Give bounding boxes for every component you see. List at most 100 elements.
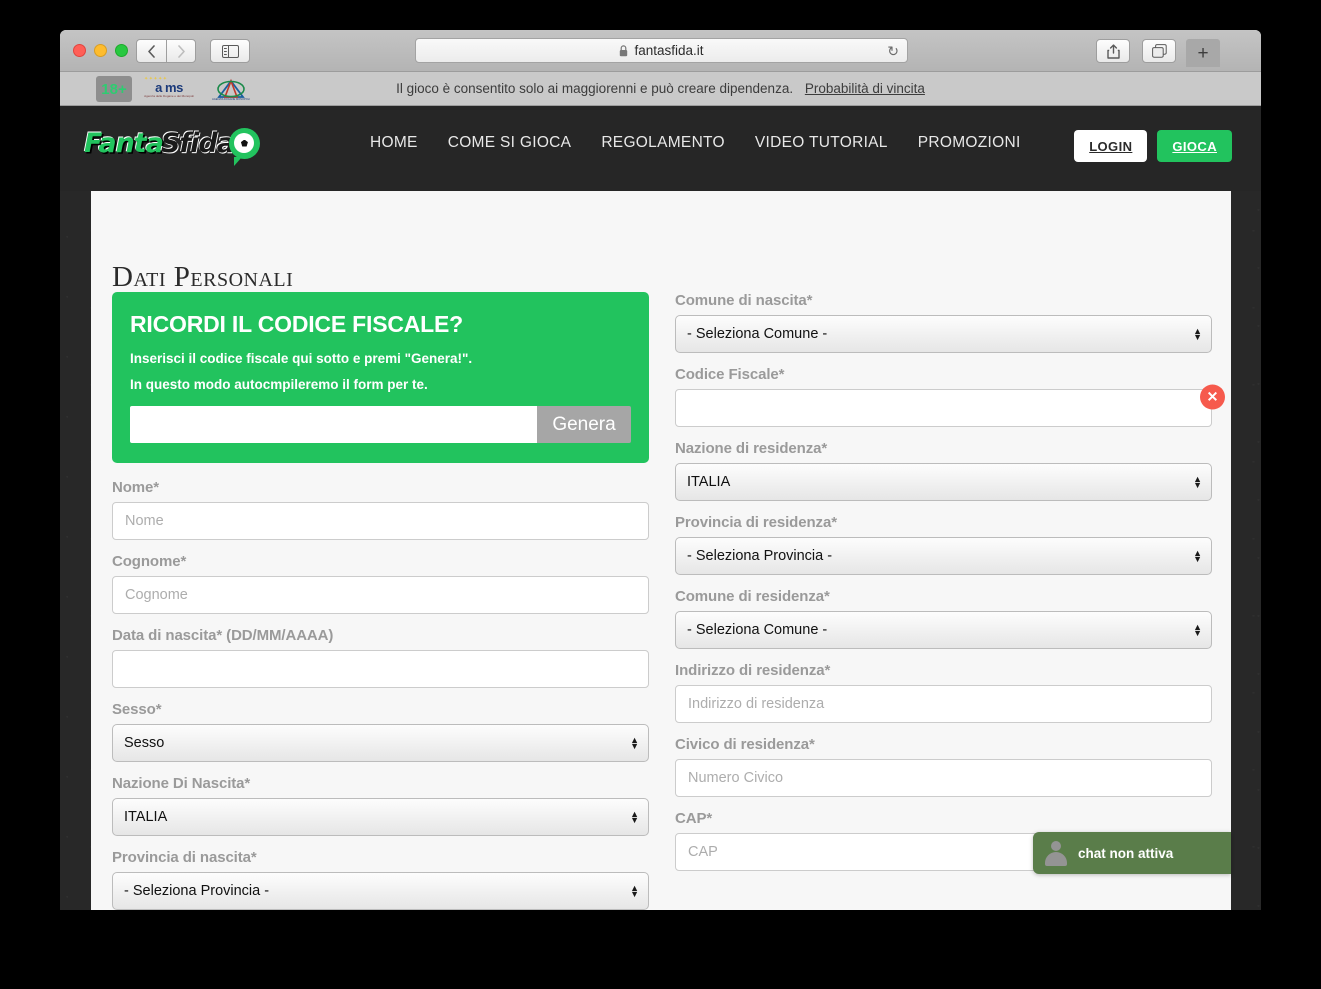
error-icon: ✕ — [1200, 384, 1225, 409]
input-data-di-nascita[interactable] — [112, 650, 649, 688]
field-indirizzo-di-residenza: Indirizzo di residenza* — [675, 662, 1212, 723]
input-indirizzo-di-residenza[interactable] — [675, 685, 1212, 723]
select-arrows-icon: ▲ ▼ — [1193, 622, 1202, 638]
minimize-window-button[interactable] — [94, 44, 107, 57]
input-civico-di-residenza[interactable] — [675, 759, 1212, 797]
sidebar-icon[interactable] — [210, 39, 250, 63]
site-logo[interactable]: Fanta Sfida — [84, 123, 260, 166]
select-wrap-comune-di-nascita: - Seleziona Comune - ▲ ▼ — [675, 315, 1212, 353]
select-wrap-comune-di-residenza: - Seleziona Comune - ▲ ▼ — [675, 611, 1212, 649]
label-cognome: Cognome* — [112, 553, 187, 570]
cf-promo-title: RICORDI IL CODICE FISCALE? — [130, 311, 463, 337]
input-cognome[interactable] — [112, 576, 649, 614]
nav-item-come-si-gioca[interactable]: COME SI GIOCA — [448, 134, 572, 152]
url-text: fantasfida.it — [634, 43, 704, 58]
label-comune-di-residenza: Comune di residenza* — [675, 588, 830, 605]
field-comune-di-residenza: Comune di residenza* - Seleziona Comune -… — [675, 588, 1212, 649]
label-nome: Nome* — [112, 479, 160, 496]
tabs-icon[interactable] — [1142, 39, 1176, 63]
maximize-window-button[interactable] — [115, 44, 128, 57]
codice-fiscale-generator-input[interactable] — [130, 406, 537, 443]
form-column-right: Comune di nascita* - Seleziona Comune - ▲ ▼… — [675, 292, 1225, 884]
svg-text:AGENZIA DOGANE MONOPOLI: AGENZIA DOGANE MONOPOLI — [212, 97, 250, 101]
compliance-notice: Il gioco è consentito solo ai maggiorenn… — [396, 81, 925, 96]
label-sesso: Sesso* — [112, 701, 162, 718]
nav-item-video-tutorial[interactable]: VIDEO TUTORIAL — [755, 134, 888, 152]
nav-item-regolamento[interactable]: REGOLAMENTO — [601, 134, 725, 152]
input-nome[interactable] — [112, 502, 649, 540]
nav-item-promozioni[interactable]: PROMOZIONI — [918, 134, 1021, 152]
gioca-button[interactable]: GIOCA — [1157, 130, 1232, 162]
age-restriction-badge: 18+ — [96, 76, 132, 102]
select-wrap-nazione-di-residenza: ITALIA ▲ ▼ — [675, 463, 1212, 501]
window-controls — [73, 44, 128, 57]
field-cognome: Cognome* — [112, 553, 649, 614]
site-header: Fanta Sfida HOME COME SI GIOCA REGOLAMENTO… — [60, 106, 1261, 191]
select-wrap-provincia-di-residenza: - Seleziona Provincia - ▲ ▼ — [675, 537, 1212, 575]
select-arrows-icon: ▲ ▼ — [630, 883, 639, 899]
close-window-button[interactable] — [73, 44, 86, 57]
logo-text-sfida: Sfida — [160, 127, 235, 159]
label-codice-fiscale: Codice Fiscale* — [675, 366, 785, 383]
label-comune-di-nascita: Comune di nascita* — [675, 292, 813, 309]
browser-window: fantasfida.it ↻ + 18+ ✦✦✦✦✦ a ms Agenzia… — [60, 30, 1261, 910]
label-data-di-nascita: Data di nascita* (DD/MM/AAAA) — [112, 627, 334, 644]
gambling-compliance-bar: 18+ ✦✦✦✦✦ a ms Agenzia delle Dogane e de… — [60, 72, 1261, 106]
select-wrap-nazione-di-nascita: ITALIA ▲ ▼ — [112, 798, 649, 836]
person-icon — [1043, 840, 1069, 866]
field-civico-di-residenza: Civico di residenza* — [675, 736, 1212, 797]
label-indirizzo-di-residenza: Indirizzo di residenza* — [675, 662, 831, 679]
nav-item-home[interactable]: HOME — [370, 134, 418, 152]
new-tab-icon[interactable]: + — [1186, 39, 1220, 67]
field-nazione-di-nascita: Nazione Di Nascita* ITALIA ▲ ▼ — [112, 775, 649, 836]
aams-logo: ✦✦✦✦✦ a ms Agenzia delle Dogane e dei Mo… — [144, 76, 194, 98]
input-codice-fiscale[interactable] — [675, 389, 1212, 427]
back-icon[interactable] — [136, 39, 166, 63]
select-arrows-icon: ▲ ▼ — [1193, 474, 1202, 490]
registration-form: RICORDI IL CODICE FISCALE? Inserisci il … — [91, 292, 1231, 910]
select-nazione-di-nascita[interactable]: ITALIA — [112, 798, 649, 836]
page-background: Dati Personali RICORDI IL CODICE FISCALE… — [60, 106, 1261, 910]
forward-icon[interactable] — [166, 39, 196, 63]
reload-icon[interactable]: ↻ — [887, 43, 899, 59]
form-fields-right: Comune di nascita* - Seleziona Comune - ▲ ▼… — [675, 292, 1225, 871]
select-provincia-di-nascita[interactable]: - Seleziona Provincia - — [112, 872, 649, 910]
select-comune-di-nascita[interactable]: - Seleziona Comune - — [675, 315, 1212, 353]
eu-stars-icon: ✦✦✦✦✦ — [144, 76, 168, 82]
field-nome: Nome* — [112, 479, 649, 540]
soccer-ball-icon — [234, 133, 255, 153]
login-button[interactable]: LOGIN — [1074, 130, 1148, 162]
genera-button[interactable]: Genera — [537, 406, 631, 443]
select-wrap-sesso: Sesso ▲ ▼ — [112, 724, 649, 762]
form-fields-left: Nome* Cognome* Data di nascita* (DD/MM/AAA… — [112, 479, 649, 910]
field-provincia-di-residenza: Provincia di residenza* - Seleziona Provi… — [675, 514, 1212, 575]
select-comune-di-residenza[interactable]: - Seleziona Comune - — [675, 611, 1212, 649]
field-nazione-di-residenza: Nazione di residenza* ITALIA ▲ ▼ — [675, 440, 1212, 501]
share-icon[interactable] — [1096, 39, 1130, 63]
page-title: Dati Personali — [112, 261, 294, 293]
codice-fiscale-promo-box: RICORDI IL CODICE FISCALE? Inserisci il … — [112, 292, 649, 463]
form-column-left: RICORDI IL CODICE FISCALE? Inserisci il … — [112, 292, 649, 910]
soccer-ball-bubble-icon — [228, 127, 260, 166]
lock-icon — [619, 44, 628, 57]
field-provincia-di-nascita: Provincia di nascita* - Seleziona Provinc… — [112, 849, 649, 910]
probabilita-di-vincita-link[interactable]: Probabilità di vincita — [805, 81, 925, 96]
field-sesso: Sesso* Sesso ▲ ▼ — [112, 701, 649, 762]
field-data-di-nascita: Data di nascita* (DD/MM/AAAA) — [112, 627, 649, 688]
cf-promo-line-2: In questo modo autocmpileremo il form pe… — [130, 377, 428, 392]
label-provincia-di-nascita: Provincia di nascita* — [112, 849, 257, 866]
browser-toolbar: fantasfida.it ↻ + — [60, 30, 1261, 72]
select-arrows-icon: ▲ ▼ — [630, 809, 639, 825]
select-wrap-provincia-di-nascita: - Seleziona Provincia - ▲ ▼ — [112, 872, 649, 910]
label-cap: CAP* — [675, 810, 713, 827]
select-arrows-icon: ▲ ▼ — [1193, 548, 1202, 564]
cf-promo-line-1: Inserisci il codice fiscale qui sotto e … — [130, 351, 473, 366]
content-card: Dati Personali RICORDI IL CODICE FISCALE… — [91, 106, 1231, 910]
select-nazione-di-residenza[interactable]: ITALIA — [675, 463, 1212, 501]
select-provincia-di-residenza[interactable]: - Seleziona Provincia - — [675, 537, 1212, 575]
address-bar[interactable]: fantasfida.it ↻ — [415, 38, 908, 63]
select-sesso[interactable]: Sesso — [112, 724, 649, 762]
select-arrows-icon: ▲ ▼ — [630, 735, 639, 751]
chat-widget[interactable]: chat non attiva — [1033, 832, 1231, 874]
main-navigation: HOME COME SI GIOCA REGOLAMENTO VIDEO TUTORI… — [370, 134, 1021, 152]
